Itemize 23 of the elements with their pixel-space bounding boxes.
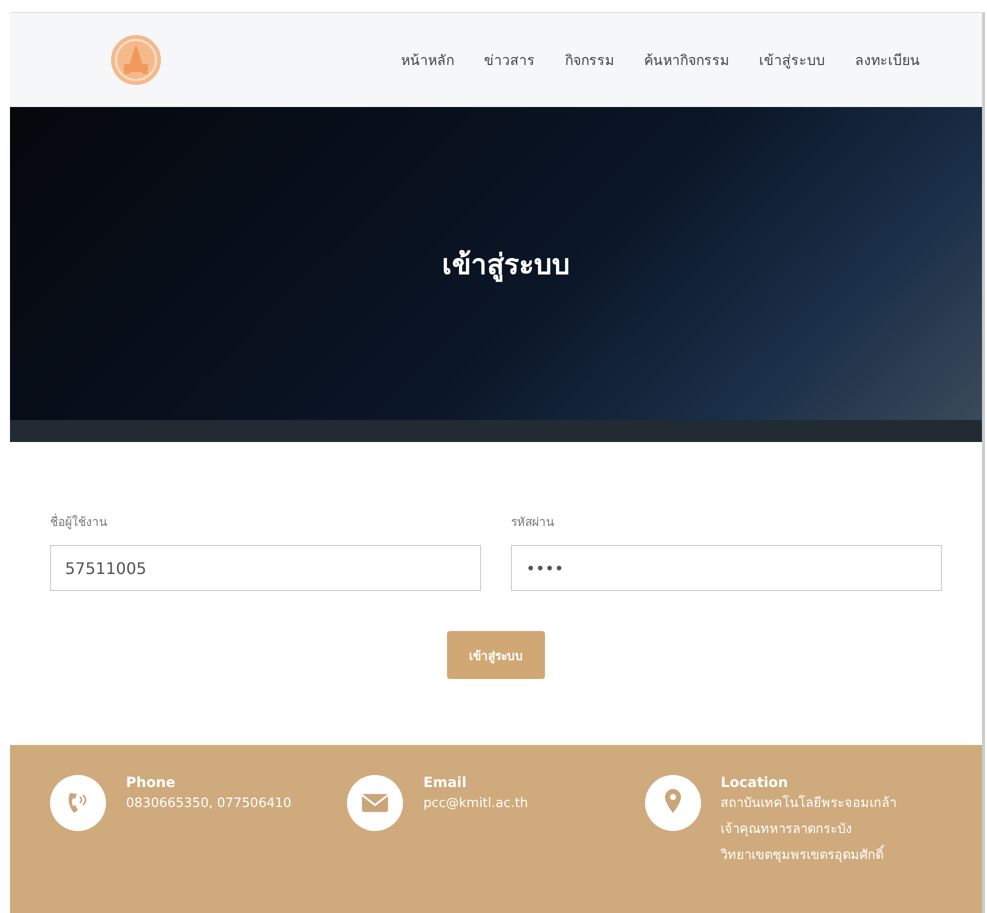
contact-title: Email xyxy=(423,775,468,791)
contact-detail: 0830665350, 077506410 xyxy=(126,795,292,813)
field-label: รหัสผ่าน xyxy=(511,514,555,531)
map-pin-icon xyxy=(644,775,701,831)
nav-link[interactable]: เข้าสู่ระบบ xyxy=(759,49,825,71)
nav-link[interactable]: กิจกรรม xyxy=(565,49,614,71)
nav-link[interactable]: หน้าหลัก xyxy=(401,49,454,71)
nav-link[interactable]: ข่าวสาร xyxy=(484,49,535,71)
contact-detail: เจ้าคุณทหารลาดกระบัง xyxy=(720,821,853,839)
input-field[interactable]: 57511005 xyxy=(50,545,481,591)
page-title: เข้าสู่ระบบ xyxy=(442,246,570,284)
envelope-icon xyxy=(347,775,404,831)
contact-detail: สถาบันเทคโนโลยีพระจอมเกล้า xyxy=(720,794,897,813)
field-label: ชื่อผู้ใช้งาน xyxy=(50,512,108,531)
contact-detail: วิทยาเขตชุมพรเขตรอุดมศักดิ์ xyxy=(720,843,897,869)
contact-detail: pcc@kmitl.ac.th xyxy=(423,795,528,813)
contact-title: Location xyxy=(720,775,790,791)
input-field[interactable]: •••• xyxy=(511,545,942,591)
phone-icon xyxy=(50,775,106,831)
nav-link[interactable]: ค้นหากิจกรรม xyxy=(644,49,729,71)
contact-title: Phone xyxy=(126,775,176,791)
nav-link[interactable]: ลงทะเบียน xyxy=(855,49,920,71)
emblem-logo[interactable] xyxy=(110,34,162,86)
